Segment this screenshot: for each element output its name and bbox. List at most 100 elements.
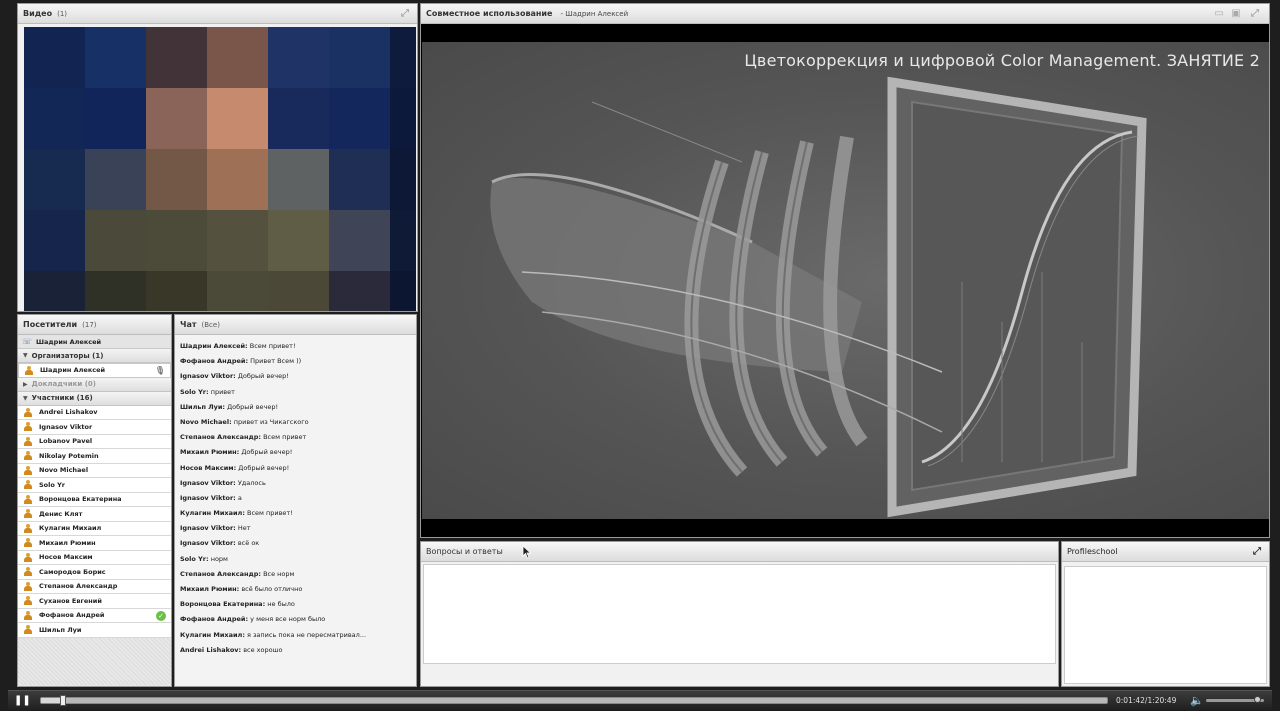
- video-pixel: [146, 149, 207, 210]
- chat-text: Всем привет!: [247, 509, 293, 518]
- participant-name: Solo Yr: [39, 480, 66, 489]
- video-pixel: [207, 88, 268, 149]
- video-pixel: [85, 149, 146, 210]
- participant-row[interactable]: Суханов Евгений: [18, 594, 171, 609]
- participant-row[interactable]: Andrei Lishakov: [18, 405, 171, 420]
- attendees-pod: Посетители (17) ☏ Шадрин Алексей ▼ Орган…: [17, 314, 172, 687]
- participant-row[interactable]: Самородов Борис: [18, 565, 171, 580]
- volume-slider[interactable]: [1206, 696, 1264, 703]
- participant-row[interactable]: Степанов Александр: [18, 579, 171, 594]
- person-icon: [24, 494, 32, 504]
- participant-row[interactable]: Lobanov Pavel: [18, 434, 171, 449]
- chat-author: Носов Максим:: [180, 463, 237, 472]
- chat-author: Ignasov Viktor:: [180, 539, 236, 548]
- participant-name: Воронцова Екатерина: [39, 495, 122, 504]
- chat-author: Кулагин Михаил:: [180, 630, 245, 639]
- chat-text: все хорошо: [243, 645, 283, 654]
- chat-author: Степанов Александр:: [180, 569, 261, 578]
- fit-width-icon[interactable]: ▣: [1230, 8, 1242, 19]
- video-pod: Видео (1) ⤢: [17, 3, 418, 312]
- host-row[interactable]: Шадрин Алексей 🎙: [18, 363, 171, 378]
- video-pixel: [268, 88, 329, 149]
- share-presenter: - Шадрин Алексей: [560, 9, 629, 18]
- video-pixel: [85, 271, 146, 311]
- participant-name: Носов Максим: [39, 553, 93, 562]
- chat-message: Носов Максим: Добрый вечер!: [180, 461, 411, 476]
- hosts-group[interactable]: ▼ Организаторы (1): [18, 349, 171, 363]
- profileschool-header: Profileschool ⤢: [1062, 542, 1269, 562]
- layout-icon[interactable]: ▭: [1213, 8, 1225, 19]
- attendees-count: (17): [82, 320, 97, 329]
- profileschool-pod: Profileschool ⤢: [1061, 541, 1270, 687]
- participant-row[interactable]: Ignasov Viktor: [18, 420, 171, 435]
- video-pixel: [329, 27, 390, 88]
- seek-bar[interactable]: [40, 695, 1108, 706]
- person-icon: [24, 538, 32, 548]
- share-pod: Совместное использование - Шадрин Алексе…: [420, 3, 1270, 538]
- webcam-video: [24, 27, 416, 311]
- microphone-icon: 🎙: [154, 366, 165, 375]
- participant-row[interactable]: Шильп Луи: [18, 623, 171, 638]
- video-pixel: [146, 271, 207, 311]
- participant-name: Andrei Lishakov: [39, 408, 98, 417]
- chat-author: Шадрин Алексей:: [180, 342, 248, 350]
- participants-list: Andrei Lishakov Ignasov Viktor Lobanov Pav…: [18, 405, 171, 638]
- participant-name: Кулагин Михаил: [39, 524, 102, 533]
- chat-message: Михаил Рюмин: Добрый вечер!: [180, 445, 411, 460]
- video-pixel: [24, 271, 85, 311]
- fullscreen-icon[interactable]: ⤢: [399, 8, 411, 19]
- chat-message: Степанов Александр: Все норм: [180, 567, 411, 582]
- chat-text: у меня все норм было: [250, 615, 326, 624]
- chat-messages: Шадрин Алексей: Всем привет! Фофанов Андр…: [175, 335, 416, 662]
- person-icon: [24, 465, 32, 475]
- color-gamut-illustration: [490, 76, 1147, 518]
- presenters-group[interactable]: ▶ Докладчики (0): [18, 377, 171, 392]
- chat-message: Фофанов Андрей: у меня все норм было: [180, 612, 411, 627]
- video-pod-title: Видео: [23, 9, 53, 18]
- chat-header: Чат (Все): [175, 315, 416, 335]
- chat-author: Фофанов Андрей:: [180, 615, 249, 624]
- video-pixel: [329, 149, 390, 210]
- participant-row[interactable]: Solo Yr: [18, 478, 171, 493]
- chat-message: Воронцова Екатерина: не было: [180, 597, 411, 612]
- participant-row[interactable]: Nikolay Potemin: [18, 449, 171, 464]
- participant-row[interactable]: Кулагин Михаил: [18, 521, 171, 536]
- participant-row[interactable]: Воронцова Екатерина: [18, 492, 171, 507]
- person-icon: [25, 365, 33, 375]
- chat-message: Кулагин Михаил: Всем привет!: [180, 506, 411, 521]
- presenter-row[interactable]: ☏ Шадрин Алексей: [18, 335, 171, 349]
- participant-row[interactable]: Денис Клят: [18, 507, 171, 522]
- chat-scope[interactable]: (Все): [202, 321, 220, 329]
- chevron-down-icon: ▼: [23, 352, 28, 359]
- participant-row[interactable]: Михаил Рюмин: [18, 536, 171, 551]
- video-pixel: [329, 271, 390, 311]
- participant-row[interactable]: Novo Michael: [18, 463, 171, 478]
- presenter-name: Шадрин Алексей: [36, 337, 102, 346]
- video-pixel: [85, 88, 146, 149]
- participants-group[interactable]: ▼ Участники (16): [18, 391, 171, 406]
- volume-thumb[interactable]: [1254, 696, 1262, 703]
- fullscreen-icon[interactable]: ⤢: [1249, 8, 1261, 19]
- video-pixel: [390, 88, 416, 149]
- chat-message: Шильп Луи: Добрый вечер!: [180, 400, 411, 415]
- chat-author: Ignasov Viktor:: [180, 493, 236, 502]
- chevron-right-icon: ▶: [23, 380, 28, 388]
- chat-text: Всем привет!: [249, 342, 296, 350]
- chat-text: Привет Всем )): [250, 357, 302, 366]
- video-pixel: [390, 27, 416, 88]
- chat-text: Добрый вечер!: [237, 372, 289, 381]
- volume-icon[interactable]: 🔈: [1190, 694, 1204, 707]
- chat-author: Ignasov Viktor:: [180, 478, 236, 487]
- chat-text: привет: [210, 387, 235, 396]
- seek-thumb[interactable]: [60, 695, 67, 706]
- chat-author: Andrei Lishakov:: [180, 645, 242, 654]
- participant-row[interactable]: Носов Максим: [18, 550, 171, 565]
- pause-button[interactable]: ❚❚: [14, 695, 31, 707]
- video-pod-header: Видео (1) ⤢: [18, 4, 417, 24]
- chat-message: Ignasov Viktor: Нет: [180, 521, 411, 536]
- participant-row[interactable]: Фофанов Андрей ✓: [18, 608, 171, 623]
- participant-name: Nikolay Potemin: [39, 451, 99, 460]
- fullscreen-icon[interactable]: ⤢: [1251, 546, 1263, 557]
- participant-name: Степанов Александр: [39, 582, 118, 591]
- person-icon: [24, 523, 32, 533]
